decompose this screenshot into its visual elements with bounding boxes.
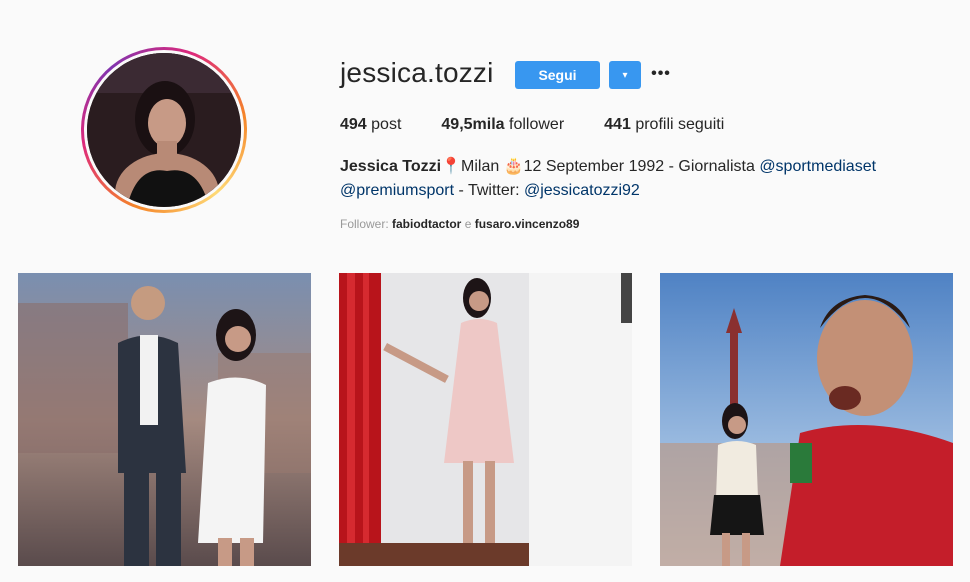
- following-count: 441: [604, 116, 631, 133]
- following-label: profili seguiti: [635, 116, 725, 133]
- full-name: Jessica Tozzi: [340, 158, 442, 175]
- profile-stats: 494 post 49,5mila follower 441 profili s…: [340, 116, 764, 134]
- bio-text-1: 📍Milan 🎂12 September 1992 - Giornalista: [441, 158, 760, 175]
- post-thumbnail-1[interactable]: [18, 273, 311, 566]
- suggestions-dropdown-button[interactable]: ▾: [609, 61, 641, 89]
- avatar-photo: [87, 53, 241, 207]
- posts-stat: 494 post: [340, 116, 401, 134]
- followed-by-separator: e: [461, 217, 475, 231]
- post-thumbnail-2[interactable]: [339, 273, 632, 566]
- followed-by: Follower: fabiodtactor e fusaro.vincenzo…: [340, 217, 579, 231]
- following-stat[interactable]: 441 profili seguiti: [604, 116, 724, 134]
- profile-username: jessica.tozzi: [340, 57, 494, 88]
- followed-by-prefix: Follower:: [340, 217, 393, 231]
- posts-count: 494: [340, 116, 367, 133]
- mention-link-premiumsport[interactable]: @premiumsport: [340, 182, 454, 199]
- follow-button[interactable]: Segui: [515, 61, 600, 89]
- avatar-gap: [84, 50, 244, 210]
- chevron-down-icon: ▾: [622, 69, 628, 81]
- post-image-1: [18, 273, 311, 566]
- profile-avatar-ring[interactable]: [81, 47, 247, 213]
- follower-link-2[interactable]: fusaro.vincenzo89: [475, 217, 580, 231]
- post-image-2: [339, 273, 632, 566]
- post-image-3: [660, 273, 953, 566]
- mention-link-sportmediaset[interactable]: @sportmediaset: [759, 158, 876, 175]
- followers-label: follower: [509, 116, 565, 133]
- bio-text-2: - Twitter:: [454, 182, 524, 199]
- post-thumbnail-3[interactable]: [660, 273, 953, 566]
- mention-link-twitter[interactable]: @jessicatozzi92: [524, 182, 640, 199]
- more-options-icon[interactable]: •••: [651, 62, 670, 86]
- profile-bio: Jessica Tozzi📍Milan 🎂12 September 1992 -…: [340, 155, 900, 203]
- followers-count: 49,5mila: [441, 116, 505, 133]
- follower-link-1[interactable]: fabiodtactor: [392, 217, 461, 231]
- followers-stat[interactable]: 49,5mila follower: [441, 116, 564, 134]
- avatar[interactable]: [87, 53, 241, 207]
- posts-label: post: [371, 116, 402, 133]
